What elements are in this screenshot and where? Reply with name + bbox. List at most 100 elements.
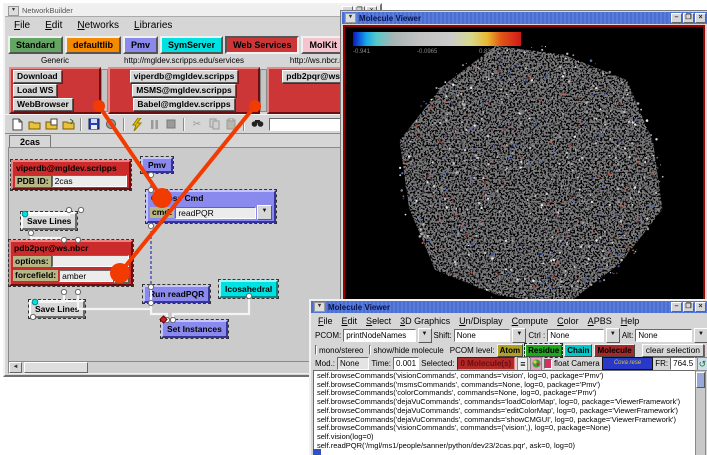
node-pmv[interactable]: Pmv <box>140 156 174 174</box>
menu-edit[interactable]: Edit <box>45 20 62 31</box>
maximize-icon[interactable]: ❐ <box>683 302 694 312</box>
open-network-icon[interactable] <box>27 118 41 131</box>
node-set-instances[interactable]: Set Instances <box>160 319 229 339</box>
time-field[interactable]: 0.001 <box>393 357 420 370</box>
level-molecule-button[interactable]: Molecule <box>594 343 635 357</box>
command-log[interactable]: self.browseCommands('visionCommands', co… <box>313 370 696 455</box>
viewer-menubar: File Edit Select 3D Graphics Un/Display … <box>311 313 707 328</box>
merge-network-icon[interactable] <box>44 118 58 131</box>
clear-selection-button[interactable]: clear selection <box>641 343 705 357</box>
alt-select[interactable]: None <box>635 329 693 342</box>
hscroll-thumb[interactable] <box>24 362 88 373</box>
pcom-select[interactable]: printNodeNames <box>343 329 416 342</box>
webbrowser-button[interactable]: WebBrowser <box>13 98 73 111</box>
close-icon[interactable]: × <box>695 13 706 23</box>
time-label: Time: <box>371 359 392 368</box>
tab-pmv[interactable]: Pmv <box>123 36 159 54</box>
refresh-icon[interactable]: ↺ <box>696 356 707 371</box>
ctrl-select[interactable]: None <box>547 329 604 342</box>
minimize-icon[interactable]: – <box>671 13 682 23</box>
options-input[interactable] <box>51 255 129 267</box>
chevron-down-icon[interactable]: ▼ <box>417 328 432 343</box>
print-network-icon[interactable] <box>104 118 118 131</box>
menu-help[interactable]: Help <box>621 316 640 326</box>
node-run-readpqr[interactable]: Run readPQR <box>141 284 212 304</box>
find-node-icon[interactable] <box>250 118 264 131</box>
node-viperdb-title: viperdb@mgldev.scripps <box>16 163 117 173</box>
menu-compute[interactable]: Compute <box>512 316 549 326</box>
node-icosahedral[interactable]: Icosahedral <box>217 279 280 299</box>
menu-color[interactable]: Color <box>557 316 579 326</box>
colorbar-max-label: 0.830 <box>479 49 495 55</box>
cmd-input[interactable]: readPQR <box>175 206 256 219</box>
chevron-down-icon[interactable]: ▼ <box>605 328 620 343</box>
menu-edit[interactable]: Edit <box>342 316 358 326</box>
close-icon[interactable]: × <box>695 302 706 312</box>
maximize-icon[interactable]: ❐ <box>683 13 694 23</box>
viewer-3d-canvas[interactable]: -0.941 -0.0965 0.830 <box>343 25 705 307</box>
load-ws-button[interactable]: Load WS <box>13 84 58 97</box>
menu-file[interactable]: File <box>318 316 333 326</box>
babel-service-button[interactable]: Babel@mgldev.scripps <box>133 98 235 111</box>
forcefield-dropdown-icon[interactable]: ▼ <box>114 268 129 283</box>
networkbuilder-titlebar[interactable]: ▾ NetworkBuilder – ❐ × <box>5 5 380 17</box>
window-menu-icon[interactable]: ▾ <box>314 302 325 312</box>
tab-molkit[interactable]: MolKit <box>301 36 345 54</box>
panel-scrollbar[interactable] <box>101 69 108 112</box>
node-save-lines-2[interactable]: Save Lines <box>27 299 87 319</box>
pdb-id-input[interactable]: 2cas <box>51 175 127 187</box>
run-network-icon[interactable] <box>130 117 144 131</box>
networkbuilder-toolbar: ✂ ▼ <box>5 114 380 134</box>
scripps-panel: viperdb@mgldev.scripps MSMS@mgldev.scrip… <box>108 67 260 114</box>
cmd-dropdown-icon[interactable]: ▼ <box>257 205 272 220</box>
forcefield-input[interactable]: amber <box>59 269 113 282</box>
vscroll-thumb[interactable] <box>696 372 705 388</box>
level-chain-button[interactable]: Chain <box>564 343 593 357</box>
window-menu-icon[interactable]: ▾ <box>345 13 356 23</box>
chevron-down-icon[interactable]: ▼ <box>694 328 707 343</box>
node-save-lines-1[interactable]: Save Lines <box>19 211 79 231</box>
mod-field[interactable]: None <box>337 357 370 370</box>
viperdb-service-button[interactable]: viperdb@mgldev.scripps <box>129 70 239 83</box>
level-residue-button[interactable]: Residue <box>524 342 564 358</box>
generic-panel: Download Load WS WebBrowser <box>9 67 101 114</box>
viewer-titlebar[interactable]: ▾ Molecule Viewer – ❐ × <box>342 12 707 24</box>
desktop: ▾ NetworkBuilder – ❐ × File Edit Network… <box>0 0 707 455</box>
msms-service-button[interactable]: MSMS@mgldev.scripps <box>132 84 236 97</box>
chevron-down-icon[interactable]: ▼ <box>512 328 527 343</box>
tab-web-services[interactable]: Web Services <box>225 36 300 54</box>
molecule-sphere-icon[interactable] <box>530 356 542 371</box>
menu-un-display[interactable]: Un/Display <box>459 316 503 326</box>
shift-select[interactable]: None <box>453 329 511 342</box>
menu-apbs[interactable]: APBS <box>588 316 612 326</box>
tab-defaultlib[interactable]: defaultlib <box>65 36 122 54</box>
colorbar-mid-label: -0.0965 <box>417 49 438 55</box>
menu-select[interactable]: Select <box>366 316 391 326</box>
new-network-icon[interactable] <box>10 118 24 131</box>
colorbar-min-label: -0.941 <box>353 49 371 55</box>
menu-file[interactable]: File <box>14 20 30 31</box>
log-vscrollbar[interactable] <box>695 370 706 455</box>
library-icon[interactable] <box>61 118 75 131</box>
save-network-icon[interactable] <box>87 118 101 131</box>
show-hide-molecule-checkbox[interactable] <box>369 345 372 355</box>
float-camera-checkbox[interactable] <box>543 358 552 369</box>
download-button[interactable]: Download <box>13 70 62 83</box>
node-pdb2pqr[interactable]: pdb2pqr@ws.nbcr options: forcefield: amb… <box>8 239 134 287</box>
menu-3d-graphics[interactable]: 3D Graphics <box>400 316 450 326</box>
panel-scrollbar[interactable] <box>260 69 267 112</box>
menu-networks[interactable]: Networks <box>77 20 119 31</box>
window-menu-icon[interactable]: ▾ <box>8 5 19 16</box>
show-hide-molecule-label: show/hide molecule <box>373 345 444 355</box>
mono-stereo-checkbox[interactable] <box>315 345 317 355</box>
tab-standard[interactable]: Standard <box>8 36 64 54</box>
viewer-titlebar[interactable]: ▾ Molecule Viewer – ❐ × <box>311 301 707 313</box>
level-atom-button[interactable]: Atom <box>496 343 524 357</box>
node-viperdb[interactable]: viperdb@mgldev.scripps PDB ID: 2cas <box>10 159 132 191</box>
node-choose-cmd[interactable]: Choose Cmd cmd: readPQR ▼ <box>145 189 277 224</box>
menu-libraries[interactable]: Libraries <box>134 20 172 31</box>
scroll-left-icon[interactable]: ◄ <box>9 362 22 373</box>
minimize-icon[interactable]: – <box>671 302 682 312</box>
list-icon[interactable]: ≡ <box>517 356 529 371</box>
tab-symserver[interactable]: SymServer <box>160 36 224 54</box>
